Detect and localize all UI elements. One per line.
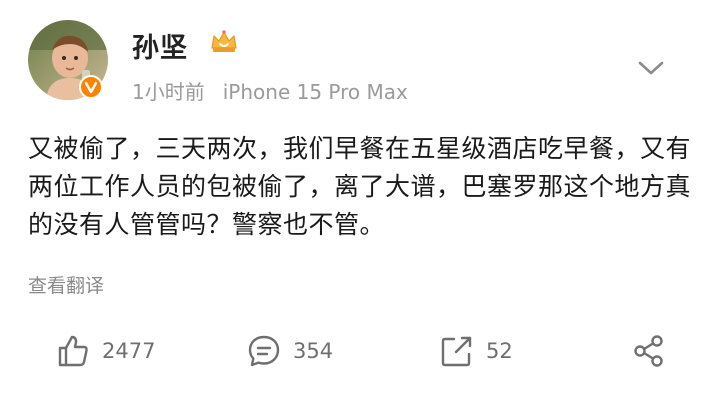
like-button[interactable]: 2477 xyxy=(56,334,155,368)
comment-icon xyxy=(248,335,280,367)
like-count: 2477 xyxy=(102,339,156,363)
repost-count: 52 xyxy=(486,339,513,363)
thumbs-up-icon xyxy=(58,335,88,367)
username[interactable]: 孙坚 xyxy=(132,26,188,65)
post-meta: 1小时前 iPhone 15 Pro Max xyxy=(132,76,408,105)
repost-icon xyxy=(441,336,472,367)
translate-link[interactable]: 查看翻译 xyxy=(28,271,104,298)
repost-button[interactable]: 52 xyxy=(440,334,513,368)
chevron-down-icon[interactable] xyxy=(636,56,666,80)
share-icon xyxy=(634,335,663,367)
weibo-post: 孙坚 1小时前 iPhone 15 Pro Max 又被偷了，三天两次，我们早餐在… xyxy=(0,0,720,403)
crown-icon[interactable] xyxy=(208,26,240,58)
action-bar: 2477 354 52 xyxy=(0,334,720,374)
post-device: iPhone 15 Pro Max xyxy=(222,80,408,104)
share-button[interactable] xyxy=(632,334,666,368)
post-time: 1小时前 xyxy=(132,80,205,104)
verified-badge-icon xyxy=(79,75,103,99)
comment-button[interactable]: 354 xyxy=(247,334,333,368)
comment-count: 354 xyxy=(293,339,334,363)
post-text: 又被偷了，三天两次，我们早餐在五星级酒店吃早餐，又有两位工作人员的包被偷了，离了… xyxy=(28,134,692,239)
